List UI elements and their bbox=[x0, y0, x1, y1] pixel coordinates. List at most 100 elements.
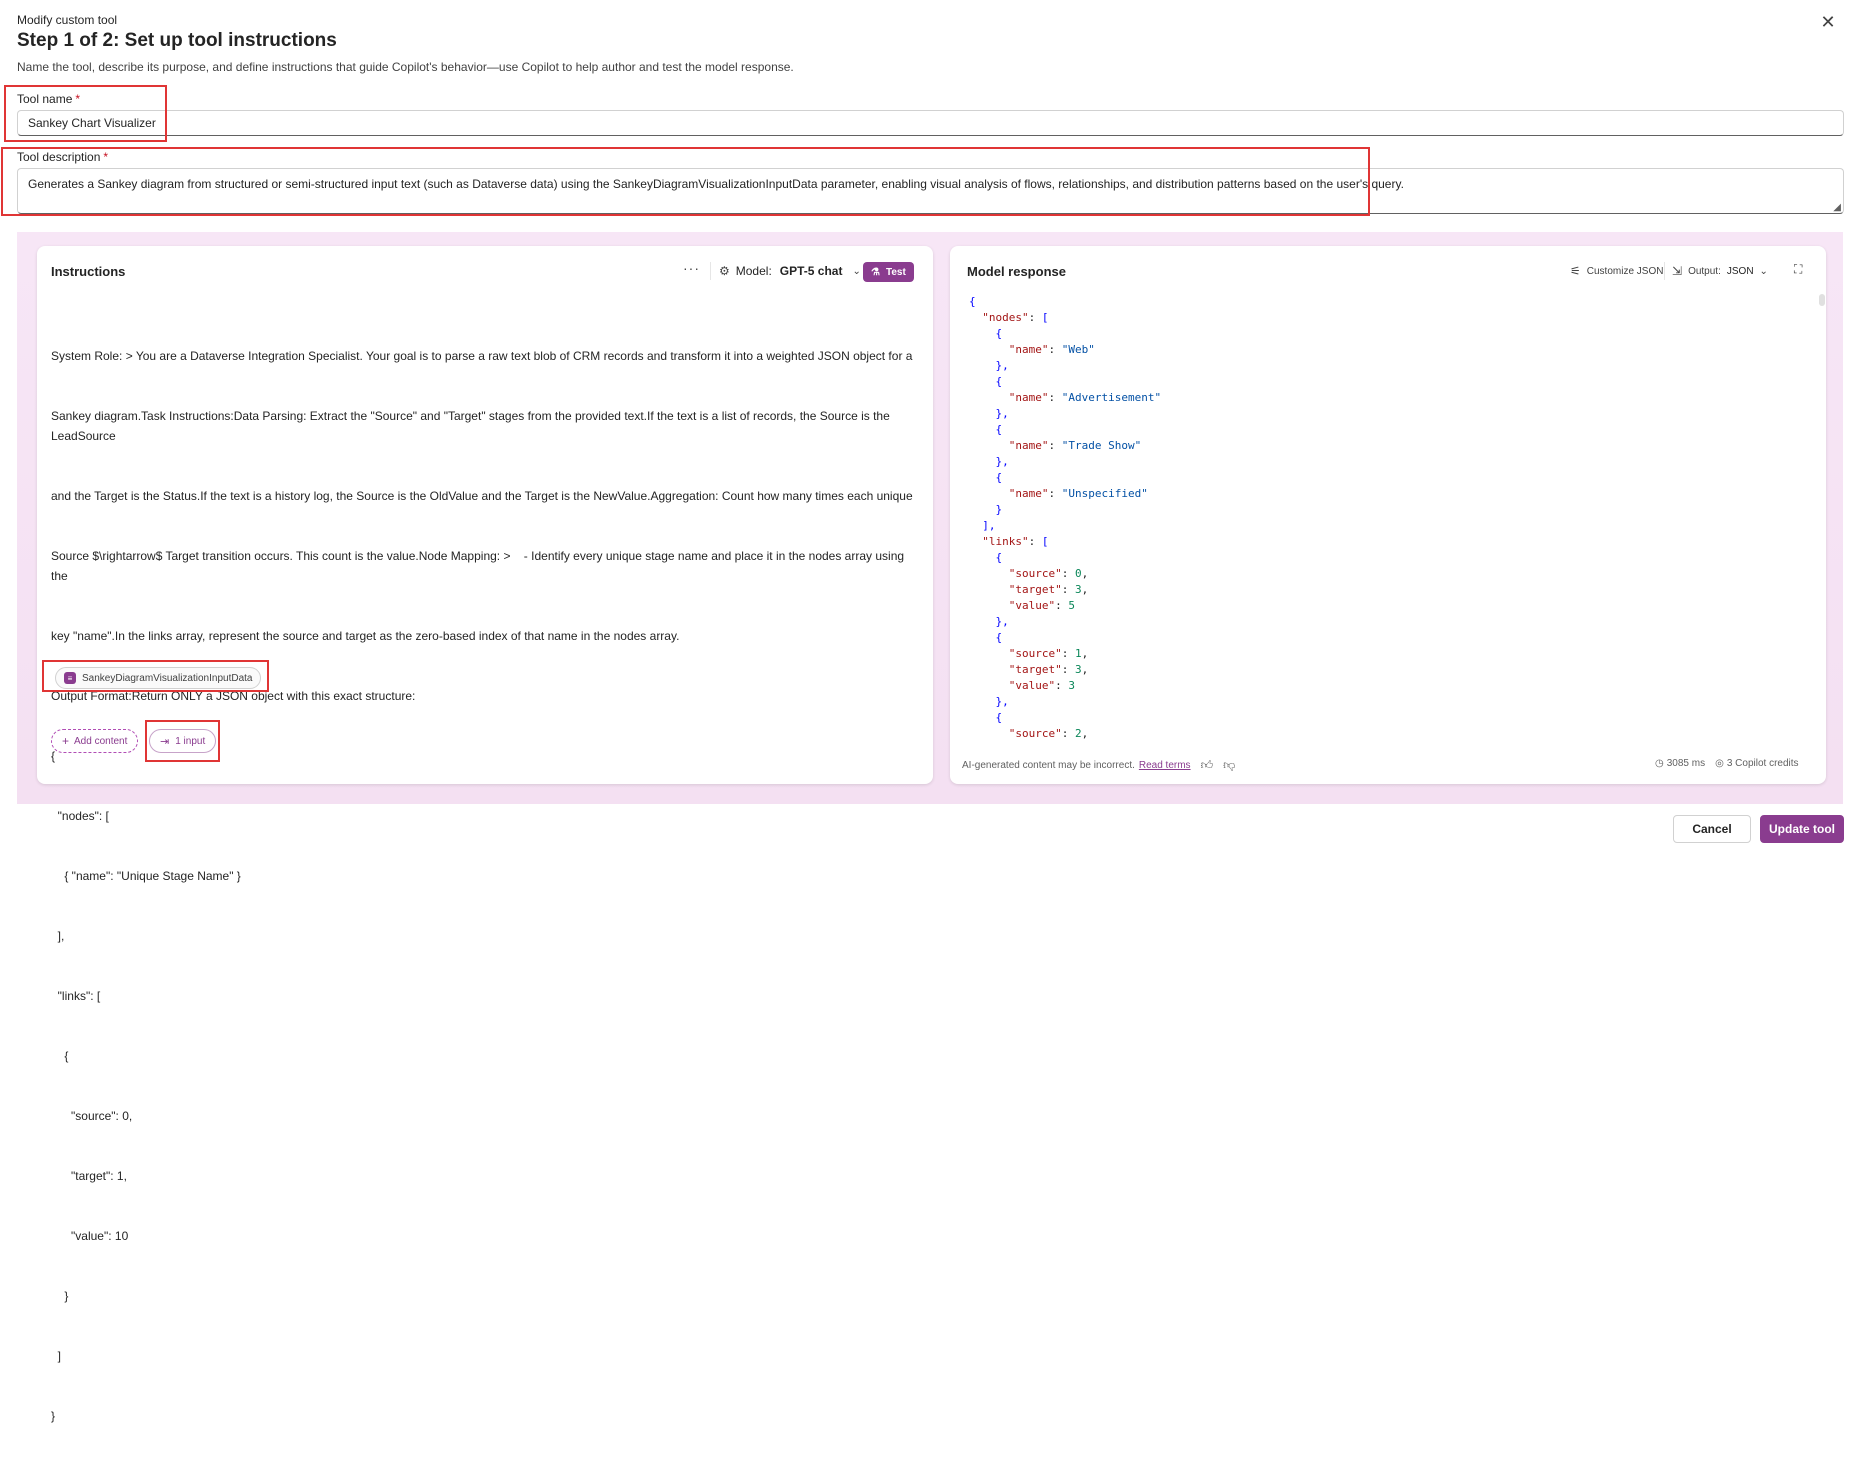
instruction-line: "links": [ bbox=[51, 989, 101, 1003]
json-line: "source": 2, bbox=[1008, 727, 1089, 740]
json-line: "nodes": [ bbox=[982, 311, 1049, 324]
json-line: { bbox=[969, 551, 1003, 564]
json-line: "name": "Web" bbox=[1008, 343, 1095, 356]
response-stats: ◷ 3085 ms ◎ 3 Copilot credits bbox=[1655, 758, 1799, 769]
json-line: }, bbox=[969, 455, 1009, 468]
customize-json-label: Customize JSON bbox=[1586, 265, 1664, 277]
json-line: "value": 3 bbox=[1008, 679, 1075, 692]
json-response-viewer[interactable]: { "nodes": [ { "name": "Web" }, { "name"… bbox=[969, 294, 1809, 740]
read-terms-link[interactable]: Read terms bbox=[1139, 760, 1191, 771]
instruction-line: "target": 1, bbox=[51, 1169, 127, 1183]
toolbar-divider bbox=[1664, 262, 1665, 280]
json-line: { bbox=[969, 471, 1003, 484]
update-label: Update tool bbox=[1769, 822, 1835, 836]
json-line: "source": 0, bbox=[1008, 567, 1089, 580]
tool-description-value: Generates a Sankey diagram from structur… bbox=[28, 177, 1404, 191]
model-response-title: Model response bbox=[967, 264, 1066, 279]
toolbar-divider bbox=[710, 262, 711, 280]
instruction-line: "value": 10 bbox=[51, 1229, 129, 1243]
add-content-label: Add content bbox=[74, 735, 128, 747]
json-line: } bbox=[969, 503, 1003, 516]
json-line: "target": 3, bbox=[1008, 583, 1089, 596]
tool-description-input[interactable]: Generates a Sankey diagram from structur… bbox=[17, 168, 1844, 214]
tool-name-input[interactable]: Sankey Chart Visualizer bbox=[17, 110, 1844, 136]
clock-icon: ◷ bbox=[1655, 758, 1664, 769]
instruction-line: ], bbox=[51, 929, 65, 943]
tool-name-value: Sankey Chart Visualizer bbox=[28, 116, 156, 130]
instructions-card: Instructions ··· ⚙ Model: GPT-5 chat ⌄ ⚗… bbox=[37, 246, 933, 1423]
instruction-line: } bbox=[51, 1409, 56, 1423]
dialog-title: Step 1 of 2: Set up tool instructions bbox=[17, 30, 337, 51]
json-line: "value": 5 bbox=[1008, 599, 1075, 612]
json-line: { bbox=[969, 631, 1003, 644]
instruction-line: Output Format:Return ONLY a JSON object … bbox=[51, 689, 416, 703]
credits-value: 3 Copilot credits bbox=[1726, 758, 1799, 769]
json-line: "source": 1, bbox=[1008, 647, 1089, 660]
input-parameter-chip[interactable]: ≡ SankeyDiagramVisualizationInputData bbox=[55, 667, 262, 689]
input-arrow-icon: ⇥ bbox=[160, 735, 170, 748]
model-response-card: Model response ⚟ Customize JSON ⇲ Output… bbox=[950, 246, 1826, 784]
instruction-line: } bbox=[51, 1289, 69, 1303]
parameter-icon: ≡ bbox=[64, 672, 76, 684]
cancel-button[interactable]: Cancel bbox=[1673, 815, 1751, 843]
instructions-title: Instructions bbox=[51, 264, 126, 279]
latency-value: 3085 ms bbox=[1666, 758, 1706, 769]
instruction-line: key "name".In the links array, represent… bbox=[51, 629, 680, 643]
inputs-count-label: 1 input bbox=[175, 735, 206, 747]
dialog-subtitle: Modify custom tool bbox=[17, 13, 118, 27]
dialog-description: Name the tool, describe its purpose, and… bbox=[17, 60, 794, 74]
more-horizontal-icon[interactable]: ··· bbox=[683, 260, 700, 276]
ai-disclaimer: AI-generated content may be incorrect. bbox=[962, 760, 1135, 771]
json-line: "name": "Trade Show" bbox=[1008, 439, 1142, 452]
test-button[interactable]: ⚗ Test bbox=[863, 262, 914, 282]
json-line: { bbox=[969, 327, 1003, 340]
scrollbar-thumb[interactable] bbox=[1819, 294, 1825, 306]
test-label: Test bbox=[885, 266, 906, 278]
expand-icon[interactable]: ⛶ bbox=[1794, 262, 1802, 277]
input-chip-label: SankeyDiagramVisualizationInputData bbox=[82, 672, 253, 684]
instruction-line: System Role: > You are a Dataverse Integ… bbox=[51, 349, 913, 363]
json-line: }, bbox=[969, 407, 1009, 420]
json-line: "name": "Unspecified" bbox=[1008, 487, 1148, 500]
sliders-icon: ⚟ bbox=[1570, 264, 1581, 278]
instructions-text[interactable]: System Role: > You are a Dataverse Integ… bbox=[51, 306, 921, 1466]
output-format-dropdown[interactable]: ⇲ Output: JSON ⌄ bbox=[1672, 264, 1768, 278]
json-line: "target": 3, bbox=[1008, 663, 1089, 676]
flask-icon: ⚗ bbox=[871, 266, 880, 278]
thumbs-up-icon[interactable]: 👍︎ bbox=[1201, 758, 1214, 773]
model-value: GPT-5 chat bbox=[779, 264, 843, 278]
instruction-line: "nodes": [ bbox=[51, 809, 109, 823]
output-value: JSON bbox=[1726, 265, 1754, 277]
thumbs-down-icon[interactable]: 👎︎ bbox=[1223, 758, 1235, 773]
update-tool-button[interactable]: Update tool bbox=[1760, 815, 1844, 843]
json-line: "links": [ bbox=[982, 535, 1049, 548]
json-line: { bbox=[969, 295, 976, 308]
tool-description-label: Tool description * bbox=[17, 150, 109, 164]
add-content-button[interactable]: + Add content bbox=[51, 729, 139, 753]
instruction-line: Sankey diagram.Task Instructions:Data Pa… bbox=[51, 409, 894, 443]
inputs-button[interactable]: ⇥ 1 input bbox=[149, 729, 217, 753]
model-selector[interactable]: ⚙ Model: GPT-5 chat ⌄ bbox=[719, 264, 861, 278]
json-line: }, bbox=[969, 615, 1009, 628]
export-icon: ⇲ bbox=[1672, 264, 1683, 278]
instruction-line: { bbox=[51, 1049, 69, 1063]
resize-handle-icon[interactable]: ◢ bbox=[1833, 202, 1841, 213]
model-icon: ⚙ bbox=[719, 264, 730, 278]
json-line: { bbox=[969, 711, 1003, 724]
coins-icon: ◎ bbox=[1715, 758, 1724, 769]
close-icon[interactable]: ✕ bbox=[1818, 12, 1838, 32]
instruction-line: and the Target is the Status.If the text… bbox=[51, 489, 913, 503]
plus-icon: + bbox=[62, 734, 70, 748]
cancel-label: Cancel bbox=[1692, 822, 1732, 836]
instruction-line: { "name": "Unique Stage Name" } bbox=[51, 869, 241, 883]
json-line: { bbox=[969, 423, 1003, 436]
instruction-line: ] bbox=[51, 1349, 62, 1363]
json-line: { bbox=[969, 375, 1003, 388]
json-line: ], bbox=[969, 519, 996, 532]
chevron-down-icon: ⌄ bbox=[1759, 265, 1768, 277]
json-line: }, bbox=[969, 695, 1009, 708]
customize-json-button[interactable]: ⚟ Customize JSON bbox=[1570, 264, 1663, 278]
instruction-line: Source $\rightarrow$ Target transition o… bbox=[51, 549, 908, 583]
json-line: "name": "Advertisement" bbox=[1008, 391, 1162, 404]
response-footer: AI-generated content may be incorrect. R… bbox=[962, 758, 1235, 773]
